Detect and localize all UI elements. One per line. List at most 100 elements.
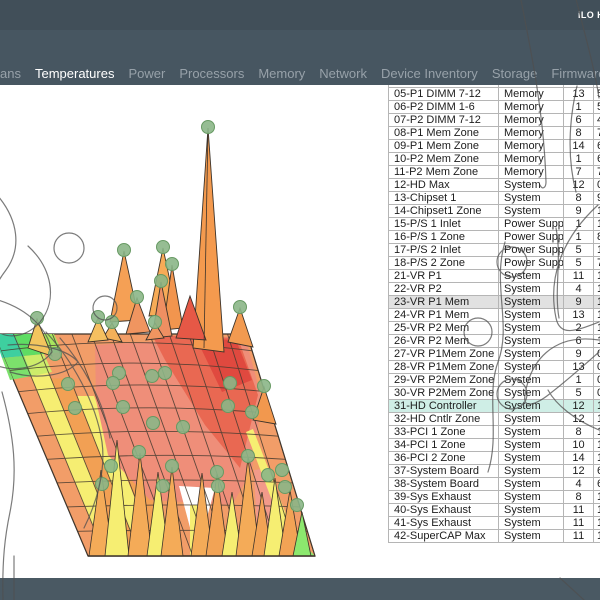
sensor-dot[interactable] bbox=[258, 380, 271, 393]
sensor-dot[interactable] bbox=[149, 316, 162, 329]
x-cell: 1 bbox=[564, 218, 594, 231]
sensor-dot[interactable] bbox=[157, 241, 170, 254]
table-row[interactable]: 07-P2 DIMM 7-12Memory64 bbox=[389, 114, 600, 127]
table-row[interactable]: 23-VR P1 MemSystem91 bbox=[389, 296, 600, 309]
table-row[interactable]: 08-P1 Mem ZoneMemory87 bbox=[389, 127, 600, 140]
sensor-dot[interactable] bbox=[166, 258, 179, 271]
table-row[interactable]: 27-VR P1Mem ZoneSystem90 bbox=[389, 348, 600, 361]
tab-device-inventory[interactable]: Device Inventory bbox=[381, 66, 478, 81]
table-row[interactable]: 22-VR P2System41 bbox=[389, 283, 600, 296]
table-row[interactable]: 15-P/S 1 InletPower Supply11 bbox=[389, 218, 600, 231]
sensor-dot[interactable] bbox=[62, 378, 75, 391]
table-row[interactable]: 18-P/S 2 ZonePower Supply57 bbox=[389, 257, 600, 270]
sensor-cell: 36-PCI 2 Zone bbox=[389, 452, 499, 465]
table-row[interactable]: 10-P2 Mem ZoneMemory16 bbox=[389, 153, 600, 166]
sensor-dot[interactable] bbox=[133, 446, 146, 459]
y-cell: 6 bbox=[594, 153, 600, 166]
x-cell: 9 bbox=[564, 296, 594, 309]
sensor-dot[interactable] bbox=[177, 421, 190, 434]
table-row[interactable]: 17-P/S 2 InletPower Supply51 bbox=[389, 244, 600, 257]
location-cell: Memory bbox=[499, 88, 564, 101]
sensor-dot[interactable] bbox=[106, 316, 119, 329]
x-cell: 12 bbox=[564, 400, 594, 413]
sensor-dot[interactable] bbox=[147, 417, 160, 430]
table-row[interactable]: 36-PCI 2 ZoneSystem141 bbox=[389, 452, 600, 465]
sensor-dot[interactable] bbox=[222, 400, 235, 413]
sensor-dot[interactable] bbox=[166, 460, 179, 473]
sensor-cell: 29-VR P2Mem Zone bbox=[389, 374, 499, 387]
sensor-dot[interactable] bbox=[159, 367, 172, 380]
tab-temperatures[interactable]: Temperatures bbox=[35, 66, 114, 81]
sensor-dot[interactable] bbox=[131, 291, 144, 304]
table-row[interactable]: 37-System BoardSystem126 bbox=[389, 465, 600, 478]
sensor-dot[interactable] bbox=[105, 460, 118, 473]
y-cell: 1 bbox=[594, 296, 600, 309]
table-row[interactable]: 30-VR P2Mem ZoneSystem50 bbox=[389, 387, 600, 400]
x-cell: 14 bbox=[564, 140, 594, 153]
table-row[interactable]: 32-HD Cntlr ZoneSystem121 bbox=[389, 413, 600, 426]
tab-storage[interactable]: Storage bbox=[492, 66, 538, 81]
sensor-dot[interactable] bbox=[279, 481, 292, 494]
location-cell: System bbox=[499, 517, 564, 530]
sensor-dot[interactable] bbox=[157, 480, 170, 493]
table-row[interactable]: 41-Sys ExhaustSystem111 bbox=[389, 517, 600, 530]
tab-memory[interactable]: Memory bbox=[258, 66, 305, 81]
sensor-dot[interactable] bbox=[262, 469, 275, 482]
sensor-dot[interactable] bbox=[31, 312, 44, 325]
table-row[interactable]: 14-Chipset1 ZoneSystem91 bbox=[389, 205, 600, 218]
y-cell: 6 bbox=[594, 478, 600, 491]
table-row[interactable]: 39-Sys ExhaustSystem81 bbox=[389, 491, 600, 504]
sensor-dot[interactable] bbox=[246, 406, 259, 419]
sensor-dot[interactable] bbox=[242, 450, 255, 463]
sensor-dot[interactable] bbox=[117, 401, 130, 414]
table-row[interactable]: 33-PCI 1 ZoneSystem81 bbox=[389, 426, 600, 439]
table-row[interactable]: 25-VR P2 MemSystem21 bbox=[389, 322, 600, 335]
y-cell: 1 bbox=[594, 400, 600, 413]
sensor-dot[interactable] bbox=[211, 466, 224, 479]
sensor-dot[interactable] bbox=[224, 377, 237, 390]
tab-ans[interactable]: ans bbox=[0, 66, 21, 81]
sensor-cell: 41-Sys Exhaust bbox=[389, 517, 499, 530]
sensor-dot[interactable] bbox=[118, 244, 131, 257]
sensor-cell: 22-VR P2 bbox=[389, 283, 499, 296]
sensor-dot[interactable] bbox=[212, 480, 225, 493]
table-row[interactable]: 21-VR P1System111 bbox=[389, 270, 600, 283]
table-row[interactable]: 05-P1 DIMM 7-12Memory135 bbox=[389, 88, 600, 101]
sensor-dot[interactable] bbox=[146, 370, 159, 383]
tab-firmware[interactable]: Firmware bbox=[551, 66, 600, 81]
tab-power[interactable]: Power bbox=[128, 66, 165, 81]
table-row[interactable]: 24-VR P1 MemSystem131 bbox=[389, 309, 600, 322]
table-row[interactable]: 42-SuperCAP MaxSystem111 bbox=[389, 530, 600, 543]
x-cell: 6 bbox=[564, 114, 594, 127]
sensor-dot[interactable] bbox=[291, 499, 304, 512]
sensor-cell: 07-P2 DIMM 7-12 bbox=[389, 114, 499, 127]
table-row[interactable]: 31-HD ControllerSystem121 bbox=[389, 400, 600, 413]
sensor-dot[interactable] bbox=[276, 464, 289, 477]
table-row[interactable]: 16-P/S 1 ZonePower Supply18 bbox=[389, 231, 600, 244]
sensor-dot[interactable] bbox=[92, 311, 105, 324]
table-row[interactable]: 26-VR P2 MemSystem61 bbox=[389, 335, 600, 348]
table-row[interactable]: 38-System BoardSystem46 bbox=[389, 478, 600, 491]
location-cell: System bbox=[499, 504, 564, 517]
tab-processors[interactable]: Processors bbox=[179, 66, 244, 81]
table-row[interactable]: 06-P2 DIMM 1-6Memory15 bbox=[389, 101, 600, 114]
sensor-dot[interactable] bbox=[202, 121, 215, 134]
sensor-dot[interactable] bbox=[96, 478, 109, 491]
tab-network[interactable]: Network bbox=[319, 66, 367, 81]
location-cell: System bbox=[499, 179, 564, 192]
table-row[interactable]: 29-VR P2Mem ZoneSystem10 bbox=[389, 374, 600, 387]
table-row[interactable]: 28-VR P1Mem ZoneSystem130 bbox=[389, 361, 600, 374]
table-row[interactable]: 12-HD MaxSystem120 bbox=[389, 179, 600, 192]
table-row[interactable]: 13-Chipset 1System89 bbox=[389, 192, 600, 205]
table-row[interactable]: 11-P2 Mem ZoneMemory77 bbox=[389, 166, 600, 179]
sensor-dot[interactable] bbox=[155, 275, 168, 288]
table-row[interactable]: 40-Sys ExhaustSystem111 bbox=[389, 504, 600, 517]
sensor-dot[interactable] bbox=[69, 402, 82, 415]
sensor-dot[interactable] bbox=[49, 348, 62, 361]
sensor-cell: 18-P/S 2 Zone bbox=[389, 257, 499, 270]
table-row[interactable]: 09-P1 Mem ZoneMemory146 bbox=[389, 140, 600, 153]
table-row[interactable]: 34-PCI 1 ZoneSystem101 bbox=[389, 439, 600, 452]
sensor-dot[interactable] bbox=[107, 377, 120, 390]
sensor-dot[interactable] bbox=[234, 301, 247, 314]
y-cell: 1 bbox=[594, 244, 600, 257]
